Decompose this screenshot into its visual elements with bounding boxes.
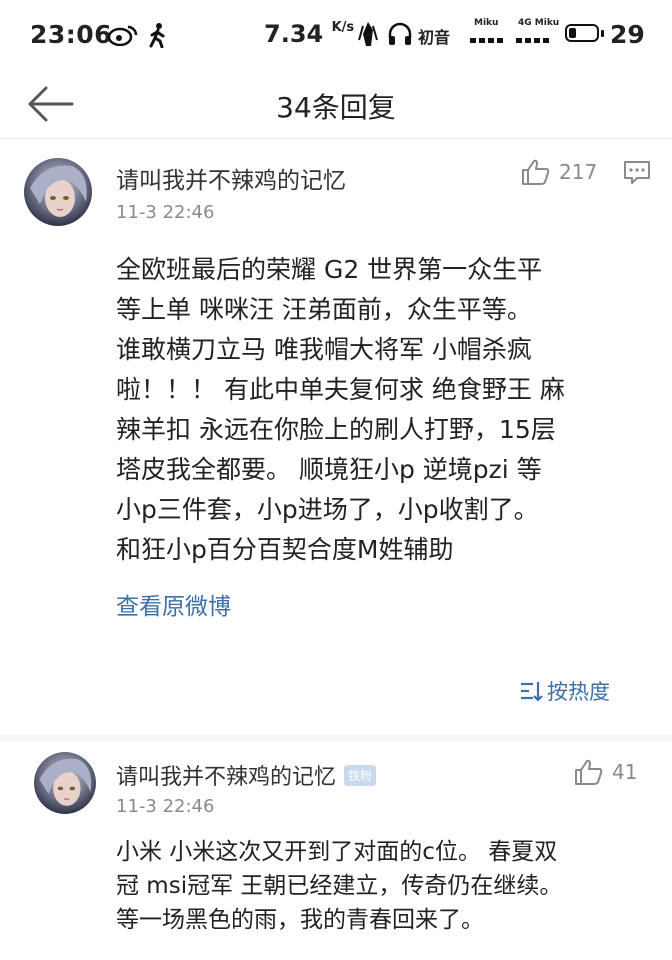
fan-badge: 铁粉 [344, 764, 377, 786]
weibo-icon [108, 25, 138, 46]
comment-line: 谁敢横刀立马 唯我帽大将军 小帽杀疯 [116, 335, 532, 364]
sort-label: 按热度 [547, 680, 610, 704]
comment-line: 塔皮我全都要。 顺境狂小p 逆境pzi 等 [116, 455, 542, 484]
avatar[interactable] [34, 752, 96, 814]
comment-time: 11-3 22:46 [116, 796, 215, 817]
comment-body: 全欧班最后的荣耀 G2 世界第一众生平 等上单 咪咪汪 汪弟面前，众生平等。 谁… [116, 250, 565, 570]
battery-level: 29 [610, 20, 645, 49]
reply-icon[interactable] [623, 160, 651, 186]
signal-label-1: Miku [474, 18, 499, 28]
comment-line: 等上单 咪咪汪 汪弟面前，众生平等。 [116, 295, 532, 324]
comment-line: 小米 小米这次又开到了对面的c位。 春夏双 [116, 839, 558, 865]
username[interactable]: 请叫我并不辣鸡的记忆 [116, 765, 336, 790]
comment-line: 和狂小p百分百契合度M姓辅助 [116, 535, 454, 564]
miku-icon [358, 22, 378, 46]
comment-line: 等一场黑色的雨，我的青春回来了。 [116, 907, 484, 933]
status-time: 23:06 [30, 20, 113, 49]
sort-icon [521, 682, 543, 702]
comment-time: 11-3 22:46 [116, 202, 215, 223]
comment-card: 请叫我并不辣鸡的记忆 铁粉 11-3 22:46 41 小米 小米这次又开到了对面… [0, 741, 672, 960]
header-bar: 34条回复 [0, 70, 672, 139]
comment-line: 冠 msi冠军 王朝已经建立，传奇仍在继续。 [116, 873, 563, 899]
thumbs-up-icon [522, 159, 550, 185]
comment-body: 小米 小米这次又开到了对面的c位。 春夏双 冠 msi冠军 王朝已经建立，传奇仍… [116, 835, 562, 937]
like-count: 217 [559, 160, 598, 184]
username-row: 请叫我并不辣鸡的记忆 铁粉 [116, 759, 377, 791]
signal-2-icon [516, 38, 549, 43]
view-original-link[interactable]: 查看原微博 [116, 587, 231, 621]
username[interactable]: 请叫我并不辣鸡的记忆 [116, 161, 346, 195]
comment-line: 辣羊扣 永远在你脸上的刷人打野，15层 [116, 415, 556, 444]
walking-icon [149, 23, 165, 48]
headphones-icon [388, 22, 412, 45]
page-title: 34条回复 [276, 91, 396, 124]
battery-fill [569, 28, 576, 38]
carrier-label: 初音 [418, 28, 451, 47]
thumbs-up-icon [575, 759, 603, 785]
comment-line: 小p三件套，小p进场了，小p收割了。 [116, 495, 539, 524]
comment-card: 请叫我并不辣鸡的记忆 11-3 22:46 217 全欧班最后的荣耀 G2 世界… [0, 139, 672, 735]
signal-label-2: 4G Miku [518, 18, 560, 28]
like-button[interactable]: 217 [521, 158, 597, 186]
sort-by-hot-button[interactable]: 按热度 [519, 676, 610, 706]
like-button[interactable]: 41 [574, 758, 637, 786]
signal-1-icon [470, 38, 503, 43]
like-count: 41 [612, 760, 638, 784]
network-speed: 7.34 K/s [264, 20, 355, 48]
comment-line: 全欧班最后的荣耀 G2 世界第一众生平 [116, 255, 543, 284]
comment-line: 啦！！！ 有此中单夫复何求 绝食野王 麻 [116, 375, 565, 404]
status-bar: 23:06 7.34 K/s 初音 Miku 4G Miku 29 [0, 0, 672, 70]
battery-icon [565, 24, 604, 42]
avatar[interactable] [24, 158, 92, 226]
